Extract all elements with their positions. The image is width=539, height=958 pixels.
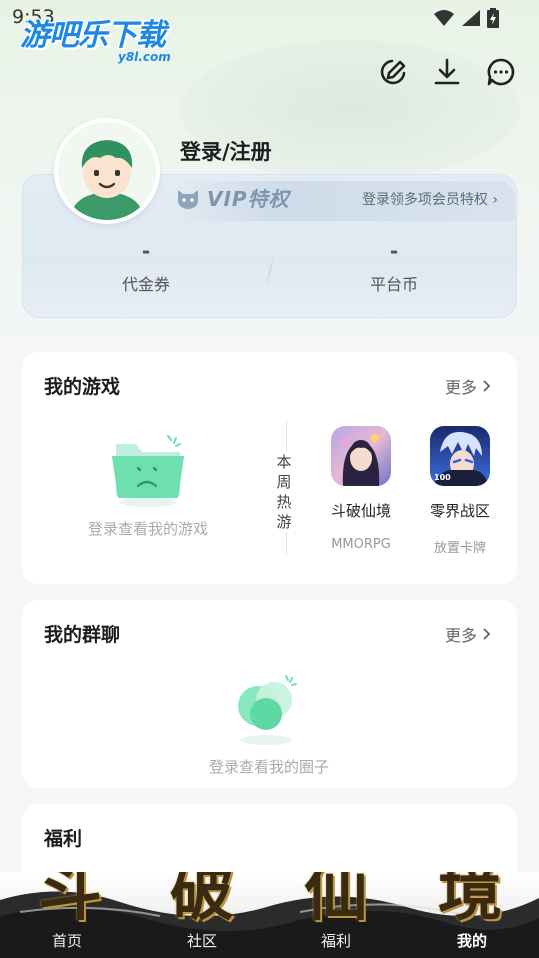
- stat-divider: [264, 253, 276, 289]
- vip-badge: VIP特权: [175, 183, 290, 212]
- my-groups-empty-text: 登录查看我的圈子: [208, 758, 329, 776]
- download-button[interactable]: [431, 56, 463, 88]
- brush-char: 破: [170, 872, 234, 930]
- message-icon: [487, 58, 515, 86]
- logo-subtext: y8l.com: [118, 50, 171, 64]
- chevron-right-icon: ›: [492, 192, 498, 208]
- vip-label: VIP特权: [207, 187, 290, 211]
- game-item-lingjie[interactable]: 100 零界战区 放置卡牌: [420, 426, 500, 556]
- vip-cat-icon: [178, 189, 198, 209]
- brush-char: 斗: [38, 872, 102, 930]
- vip-promo-link[interactable]: 登录领多项会员特权 ›: [362, 189, 498, 209]
- my-groups-card: 我的群聊 更多 登录查看我的圈子: [22, 600, 517, 788]
- edit-button[interactable]: [377, 56, 409, 88]
- svg-text:100: 100: [434, 473, 451, 482]
- brush-char: 境: [438, 872, 502, 930]
- chevron-right-icon: [483, 628, 491, 640]
- status-icons: [433, 8, 499, 28]
- wifi-icon: [434, 10, 454, 26]
- tab-home[interactable]: 首页: [27, 930, 107, 951]
- tab-community[interactable]: 社区: [162, 930, 242, 951]
- avatar-boy-icon: [58, 122, 156, 220]
- voucher-value: -: [141, 239, 151, 263]
- game-item-doupo[interactable]: 斗破仙境 MMORPG: [321, 426, 401, 552]
- welfare-title: 福利: [44, 828, 83, 850]
- tab-welfare[interactable]: 福利: [296, 930, 376, 951]
- my-games-empty-text: 登录查看我的游戏: [87, 520, 208, 538]
- game-name: 斗破仙境: [330, 502, 391, 520]
- edit-icon: [380, 59, 406, 85]
- message-button[interactable]: [485, 56, 517, 88]
- voucher-stat[interactable]: - 代金券: [71, 239, 221, 295]
- vip-promo-text: 登录领多项会员特权: [361, 192, 488, 208]
- lingjie-game-icon: 100: [430, 426, 490, 486]
- voucher-label: 代金券: [121, 275, 170, 294]
- doupo-game-icon: [331, 426, 391, 486]
- tab-mine[interactable]: 我的: [432, 930, 512, 951]
- bottom-nav: 斗 破 仙 境 首页 社区 福利 我的: [0, 872, 539, 958]
- platform-coin-stat[interactable]: - 平台币: [319, 239, 469, 295]
- my-groups-more-button[interactable]: 更多: [445, 622, 491, 646]
- empty-circle-chat-icon: [238, 675, 297, 745]
- platform-coin-value: -: [389, 239, 399, 263]
- brush-char: 仙: [304, 872, 368, 930]
- game-name: 零界战区: [429, 502, 490, 520]
- avatar[interactable]: [54, 118, 160, 224]
- signal-icon: [462, 10, 480, 26]
- platform-coin-label: 平台币: [369, 275, 418, 294]
- my-groups-more-label: 更多: [444, 626, 477, 645]
- my-games-more-label: 更多: [444, 378, 477, 397]
- weekly-hot-label: 本周热游: [274, 452, 294, 532]
- my-games-title: 我的游戏: [44, 376, 121, 398]
- empty-folder-icon: [112, 435, 184, 507]
- game-tag: MMORPG: [331, 537, 391, 552]
- my-games-more-button[interactable]: 更多: [445, 374, 491, 398]
- top-actions: [377, 56, 517, 88]
- my-games-card: 我的游戏 更多 登录查看我的游戏 本周热游 斗破仙境 MMORPG 100 零界…: [22, 352, 517, 584]
- app-logo: 游吧乐下载 y8l.com: [20, 20, 185, 68]
- logo-text: 游吧乐下载: [20, 18, 166, 53]
- game-tag: 放置卡牌: [433, 541, 486, 556]
- login-register-link[interactable]: 登录/注册: [180, 136, 272, 166]
- download-icon: [434, 58, 460, 85]
- battery-icon: [487, 8, 499, 28]
- chevron-right-icon: [483, 380, 491, 392]
- my-groups-title: 我的群聊: [44, 624, 121, 646]
